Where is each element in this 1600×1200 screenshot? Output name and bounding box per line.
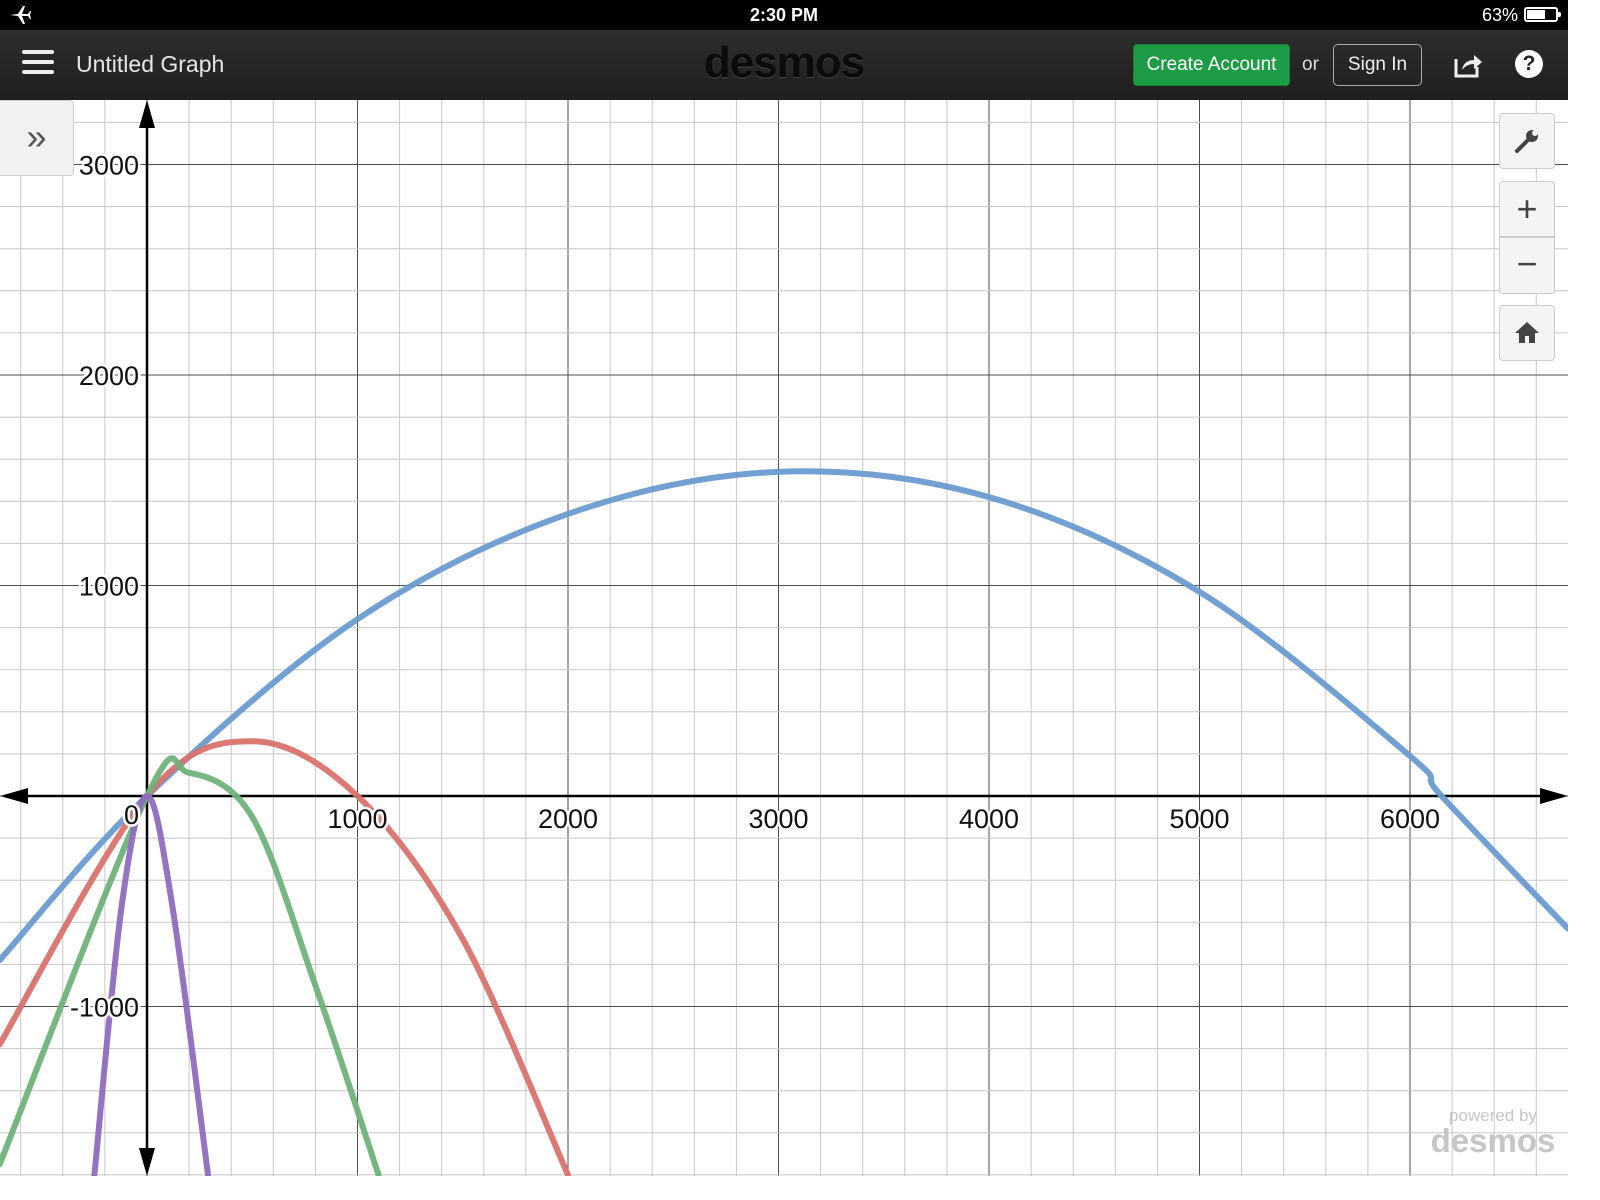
powered-by-watermark: powered by desmos	[1430, 1106, 1556, 1159]
create-account-button[interactable]: Create Account	[1133, 44, 1290, 86]
app-header: Untitled Graph desmos Create Account or …	[0, 30, 1568, 100]
y-tick-label: 1000	[79, 572, 139, 602]
home-icon[interactable]	[1499, 305, 1555, 361]
minus-icon[interactable]: −	[1499, 237, 1555, 294]
y-axis-bottom-arrow	[139, 1148, 155, 1176]
x-tick-label: 3000	[748, 804, 808, 834]
x-tick-label: 1000	[327, 804, 387, 834]
y-tick-label: -1000	[70, 993, 139, 1023]
curve-1	[0, 468, 1568, 964]
y-tick-label: 3000	[79, 151, 139, 181]
share-icon[interactable]	[1452, 50, 1484, 80]
status-bar: 2:30 PM 63%	[0, 0, 1568, 30]
y-axis-top-arrow	[139, 100, 155, 128]
hamburger-icon[interactable]	[22, 50, 54, 80]
curve-2	[0, 738, 571, 1176]
battery-icon	[1524, 7, 1561, 22]
status-time: 2:30 PM	[749, 5, 819, 25]
graph-canvas[interactable]: 1000 2000 3000 4000 5000 6000 3000 2000 1000 -100…	[0, 100, 1568, 1176]
sign-in-button[interactable]: Sign In	[1333, 44, 1422, 86]
x-tick-label: 4000	[959, 804, 1019, 834]
watermark-brand: desmos	[1430, 1122, 1556, 1159]
plus-icon[interactable]: +	[1499, 181, 1555, 237]
or-label: or	[1302, 54, 1319, 75]
x-tick-label: 5000	[1169, 804, 1229, 834]
battery-percent: 63%	[1481, 5, 1518, 25]
wrench-icon[interactable]	[1499, 113, 1555, 169]
origin-label: 0	[124, 800, 139, 830]
graph-title[interactable]: Untitled Graph	[76, 51, 224, 78]
x-tick-label: 2000	[538, 804, 598, 834]
help-icon[interactable]: ?	[1515, 50, 1543, 78]
graph-plot[interactable]: 1000 2000 3000 4000 5000 6000 3000 2000 1000 -100…	[0, 100, 1568, 1176]
x-axis-left-arrow	[0, 788, 28, 804]
double-chevron-right-icon[interactable]: »	[0, 100, 74, 176]
x-tick-label: 6000	[1380, 804, 1440, 834]
x-axis-right-arrow	[1540, 788, 1568, 804]
y-tick-label: 2000	[79, 361, 139, 391]
